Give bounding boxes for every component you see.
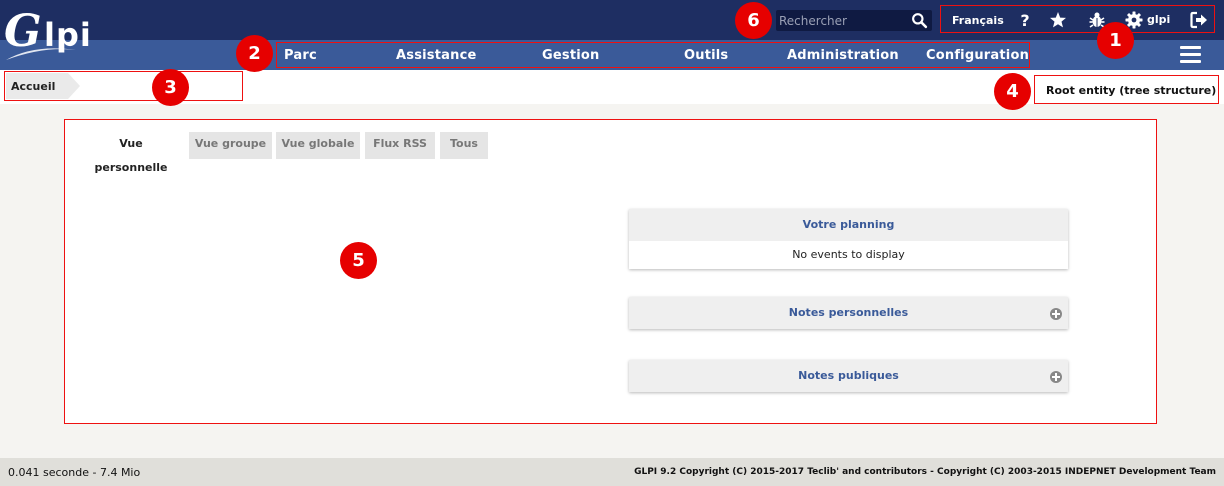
glpi-logo[interactable]: G lpi	[4, 6, 104, 62]
nav-item-parc[interactable]: Parc	[284, 48, 317, 63]
tab-vue-globale[interactable]: Vue globale	[276, 132, 360, 159]
personal-notes-title: Notes personnelles	[788, 306, 909, 319]
annotation-marker-6: 6	[735, 2, 772, 39]
search-input[interactable]	[776, 10, 906, 31]
nav-item-configuration[interactable]: Configuration	[926, 48, 1029, 63]
user-name[interactable]: glpi	[1147, 13, 1170, 26]
footer: 0.041 seconde - 7.4 Mio GLPI 9.2 Copyrig…	[0, 458, 1224, 486]
personal-notes-header: Notes personnelles	[629, 297, 1068, 329]
planning-card-title[interactable]: Votre planning	[629, 209, 1068, 241]
public-notes-title: Notes publiques	[798, 369, 899, 382]
planning-card: Votre planning No events to display	[629, 209, 1068, 269]
nav-item-administration[interactable]: Administration	[787, 48, 899, 63]
public-notes-header: Notes publiques	[629, 360, 1068, 392]
breadcrumb-home-label: Accueil	[11, 80, 56, 93]
footer-timing: 0.041 seconde - 7.4 Mio	[8, 466, 141, 479]
annotation-marker-2: 2	[236, 35, 273, 72]
footer-copyright[interactable]: GLPI 9.2 Copyright (C) 2015-2017 Teclib'…	[634, 467, 1216, 477]
tab-vue-groupe[interactable]: Vue groupe	[189, 132, 272, 159]
hamburger-menu-icon[interactable]	[1180, 46, 1201, 64]
personal-notes-card: Notes personnelles	[629, 297, 1068, 329]
main-nav: Parc Assistance Gestion Outils Administr…	[0, 40, 1224, 70]
dashboard-panel: Vue personnelle Vue groupe Vue globale F…	[64, 119, 1157, 424]
annotation-marker-3: 3	[152, 69, 189, 106]
search-icon[interactable]	[911, 12, 928, 29]
logout-icon[interactable]	[1190, 11, 1208, 29]
nav-item-assistance[interactable]: Assistance	[396, 48, 477, 63]
tab-flux-rss[interactable]: Flux RSS	[365, 132, 435, 159]
breadcrumb-home[interactable]: Accueil	[6, 73, 80, 99]
annotation-marker-4: 4	[994, 73, 1031, 110]
top-header: Français ? glp	[0, 0, 1224, 40]
search-box[interactable]	[776, 10, 932, 31]
entity-selector[interactable]: Root entity (tree structure)	[1034, 75, 1219, 104]
breadcrumb: Accueil	[4, 71, 243, 101]
svg-text:lpi: lpi	[44, 16, 92, 54]
nav-item-gestion[interactable]: Gestion	[542, 48, 599, 63]
star-icon[interactable]	[1049, 11, 1067, 29]
help-icon[interactable]: ?	[1016, 11, 1034, 29]
entity-label: Root entity (tree structure)	[1046, 84, 1217, 97]
tab-vue-personnelle[interactable]: Vue personnelle	[81, 132, 181, 174]
add-note-icon[interactable]	[1050, 308, 1062, 320]
svg-text:G: G	[4, 6, 42, 57]
main-menu: Parc Assistance Gestion Outils Administr…	[276, 42, 1030, 68]
svg-text:?: ?	[1020, 11, 1029, 29]
annotation-marker-5: 5	[340, 242, 377, 279]
top-menu: Français ? glpi	[940, 5, 1215, 33]
nav-item-outils[interactable]: Outils	[684, 48, 728, 63]
annotation-marker-1: 1	[1097, 22, 1134, 59]
planning-card-body: No events to display	[792, 248, 905, 261]
public-notes-card: Notes publiques	[629, 360, 1068, 392]
tab-tous[interactable]: Tous	[440, 132, 488, 159]
add-public-note-icon[interactable]	[1050, 371, 1062, 383]
language-selector[interactable]: Français	[952, 14, 1004, 27]
